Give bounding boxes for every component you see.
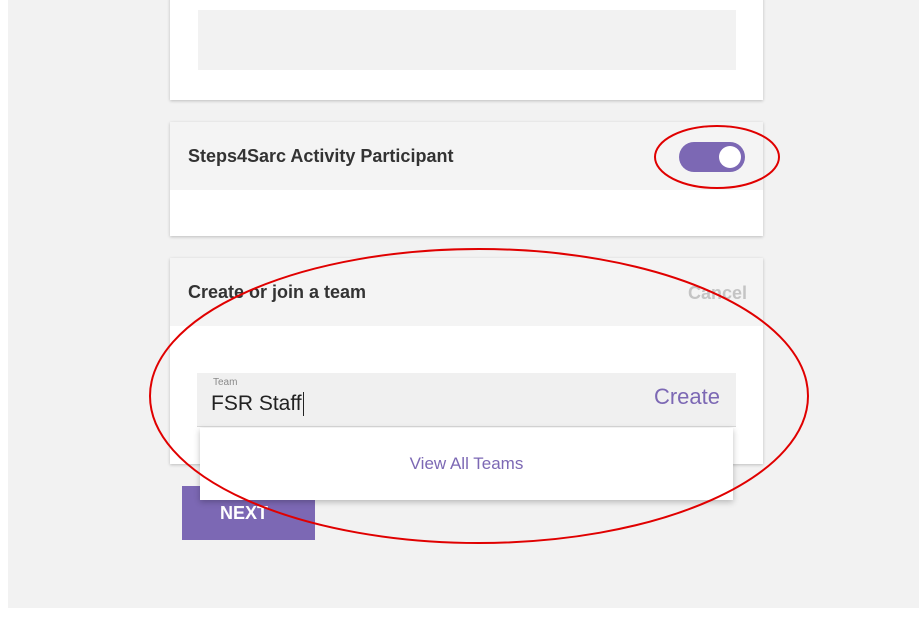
- cancel-button[interactable]: Cancel: [688, 283, 747, 304]
- team-input-text: FSR Staff: [211, 392, 302, 415]
- team-input[interactable]: Team FSR Staff Create: [197, 373, 736, 427]
- team-card-header: Create or join a team Cancel: [170, 258, 763, 326]
- previous-section-card: [170, 0, 763, 100]
- view-all-teams-link[interactable]: View All Teams: [200, 428, 733, 500]
- team-card-title: Create or join a team: [188, 282, 367, 302]
- team-input-value[interactable]: FSR Staff: [211, 392, 304, 416]
- team-dropdown: View All Teams: [200, 428, 733, 500]
- create-team-button[interactable]: Create: [654, 384, 720, 410]
- toggle-knob: [719, 146, 741, 168]
- previous-input-field[interactable]: [198, 10, 736, 70]
- participant-card-header: Steps4Sarc Activity Participant: [170, 122, 763, 190]
- text-caret: [302, 392, 304, 416]
- team-input-label: Team: [213, 377, 238, 388]
- participant-card: Steps4Sarc Activity Participant: [170, 122, 763, 236]
- participant-toggle[interactable]: [679, 142, 745, 172]
- participant-title: Steps4Sarc Activity Participant: [188, 146, 454, 166]
